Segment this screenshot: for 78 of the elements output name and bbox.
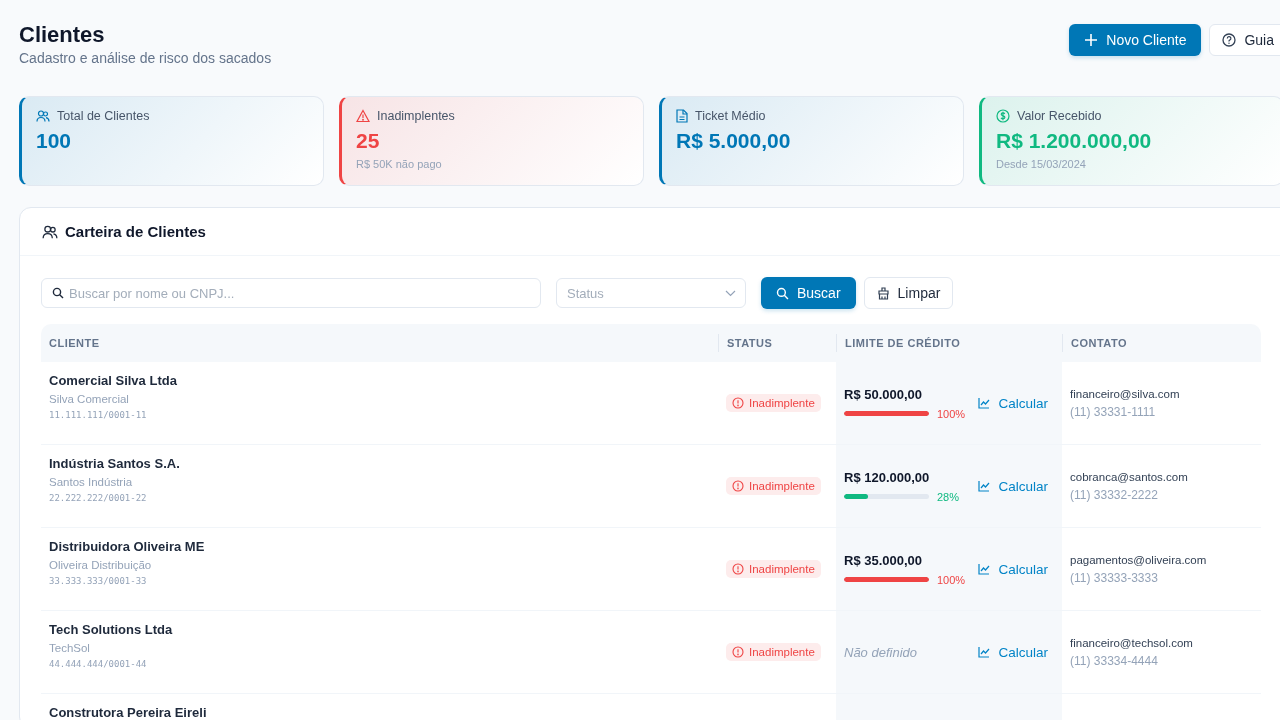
stat-note: Desde 15/03/2024 (996, 158, 1087, 170)
stat-label: Valor Recebido (1017, 109, 1102, 123)
cnpj-text: 44.444.444/0001-44 (49, 659, 147, 669)
clear-button[interactable]: Limpar (863, 277, 954, 309)
help-icon (1222, 33, 1237, 47)
stat-value: 100 (36, 129, 73, 153)
chart-icon (978, 646, 991, 658)
client-name: Tech Solutions Ltda (49, 622, 173, 637)
page-subtitle: Cadastro e análise de risco dos sacados (19, 50, 272, 66)
status-badge: Inadimplente (726, 643, 821, 661)
cnpj-text: 11.111.111/0001-11 (49, 410, 147, 420)
stat-label: Total de Clientes (57, 109, 150, 123)
search-icon (52, 287, 64, 299)
contact-email: financeiro@techsol.com (1070, 636, 1193, 649)
credit-limit: R$ 50.000,00 (844, 386, 924, 402)
contact-phone: (11) 33332-2222 (1070, 487, 1158, 502)
panel-title: Carteira de Clientes (65, 223, 206, 240)
client-name: Distribuidora Oliveira ME (49, 539, 205, 554)
trade-name: Santos Indústria (49, 476, 133, 488)
stat-value: R$ 1.200.000,00 (996, 129, 1153, 153)
alert-icon (732, 563, 744, 575)
chart-icon (978, 480, 991, 492)
contact-email: cobranca@santos.com (1070, 470, 1188, 483)
cnpj-text: 22.222.222/0001-22 (49, 493, 147, 503)
search-field[interactable]: Buscar por nome ou CNPJ... (41, 278, 541, 308)
contact-phone: (11) 33331-1111 (1070, 404, 1156, 419)
client-name: Comercial Silva Ltda (49, 373, 177, 388)
credit-limit: R$ 35.000,00 (844, 552, 924, 568)
credit-limit: Não definido (844, 644, 917, 660)
stat-value: 25 (356, 129, 381, 153)
new-client-button[interactable]: Novo Cliente (1069, 24, 1202, 56)
client-name: Construtora Pereira Eireli (49, 705, 207, 720)
status-dropdown[interactable]: Status (556, 278, 746, 308)
warning-icon (356, 109, 370, 123)
users-icon (42, 223, 58, 240)
calculate-link[interactable]: Calcular (978, 478, 1048, 494)
trade-name: TechSol (49, 642, 90, 654)
calculate-link[interactable]: Calcular (978, 395, 1048, 411)
trade-name: Silva Comercial (49, 393, 129, 405)
client-name: Indústria Santos S.A. (49, 456, 180, 471)
alert-icon (732, 397, 744, 409)
chevron-down-icon (725, 290, 736, 297)
calculate-link[interactable]: Calcular (978, 561, 1048, 577)
calculate-link[interactable]: Calcular (978, 644, 1048, 660)
contact-phone: (11) 33333-3333 (1070, 570, 1158, 585)
trade-name: Oliveira Distribuição (49, 559, 152, 571)
chart-icon (978, 397, 991, 409)
stat-value: R$ 5.000,00 (676, 129, 792, 153)
broom-icon (876, 286, 890, 300)
column-header: STATUS (718, 334, 836, 352)
users-icon (36, 109, 50, 123)
stat-label: Ticket Médio (695, 109, 766, 123)
alert-icon (732, 480, 744, 492)
status-badge: Inadimplente (726, 394, 821, 412)
plus-icon (1084, 33, 1099, 47)
alert-icon (732, 646, 744, 658)
status-badge: Inadimplente (726, 477, 821, 495)
document-icon (676, 109, 688, 123)
stat-note: R$ 50K não pago (356, 158, 443, 170)
status-badge: Inadimplente (726, 560, 821, 578)
column-header: CLIENTE (48, 336, 101, 351)
search-icon (776, 286, 789, 300)
column-header: CONTATO (1062, 334, 1261, 352)
contact-email: pagamentos@oliveira.com (1070, 553, 1207, 566)
guide-button[interactable]: Guia (1209, 24, 1280, 56)
usage-percent: 100% (937, 573, 966, 586)
contact-phone: (11) 33334-4444 (1070, 653, 1158, 668)
column-header: LIMITE DE CRÉDITO (836, 334, 1062, 352)
chart-icon (978, 563, 991, 575)
dollar-icon (996, 109, 1010, 123)
cnpj-text: 33.333.333/0001-33 (49, 576, 147, 586)
contact-email: financeiro@silva.com (1070, 387, 1180, 400)
stat-label: Inadimplentes (377, 109, 455, 123)
usage-percent: 28% (937, 490, 960, 503)
usage-percent: 100% (937, 407, 966, 420)
credit-limit: R$ 120.000,00 (844, 469, 931, 485)
page-title: Clientes (19, 22, 106, 48)
search-button[interactable]: Buscar (761, 277, 856, 309)
